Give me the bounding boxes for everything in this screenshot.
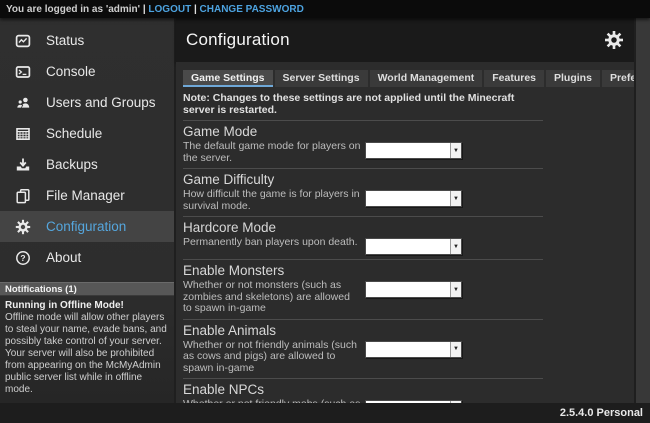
setting-description: The default game mode for players on the… [183,141,361,164]
setting-description: How difficult the game is for players in… [183,189,361,212]
select-value [366,191,450,206]
sidebar-item-label: File Manager [46,188,125,203]
tab-server-settings[interactable]: Server Settings [275,70,368,87]
select-value [366,342,450,357]
question-icon: ? [14,249,31,266]
notification-title: Running in Offline Mode! [5,300,168,312]
setting-description: Permanently ban players upon death. [183,237,361,249]
topbar: You are logged in as 'admin' | LOGOUT | … [0,0,650,18]
tab-preferences[interactable]: Preferences [602,70,634,87]
change-password-link[interactable]: CHANGE PASSWORD [200,4,304,15]
game-mode-select[interactable]: ▼ [365,142,462,159]
users-icon [14,94,31,111]
sidebar-item-label: Console [46,64,96,79]
page-header: Configuration [176,18,634,62]
notification-item: Running in Offline Mode! Offline mode wi… [0,296,174,396]
setting-title: Hardcore Mode [183,220,543,235]
sidebar-item-users-and-groups[interactable]: Users and Groups [0,87,174,118]
sidebar-item-label: Configuration [46,219,126,234]
sidebar-item-status[interactable]: Status [0,25,174,56]
tab-bar: Game Settings Server Settings World Mana… [183,70,634,87]
dropdown-arrow-icon: ▼ [450,191,461,206]
logout-link[interactable]: LOGOUT [148,4,191,15]
dropdown-arrow-icon: ▼ [450,143,461,158]
sidebar-item-label: About [46,250,81,265]
sidebar-item-label: Status [46,33,84,48]
enable-animals-select[interactable]: ▼ [365,341,462,358]
game-difficulty-select[interactable]: ▼ [365,190,462,207]
tab-world-management[interactable]: World Management [370,70,483,87]
restart-note: Note: Changes to these settings are not … [183,87,543,121]
setting-section: Enable Animals Whether or not friendly a… [183,320,543,380]
sidebar-item-configuration[interactable]: Configuration [0,211,174,242]
status-bar: 2.5.4.0 Personal [0,403,650,423]
settings-gear-icon[interactable] [604,30,624,50]
hardcore-mode-select[interactable]: ▼ [365,238,462,255]
content-right-rail [634,18,650,403]
sidebar: Status Console Users and Groups Schedule… [0,18,176,403]
console-icon [14,63,31,80]
tab-plugins[interactable]: Plugins [546,70,600,87]
gear-icon [14,218,31,235]
tab-features[interactable]: Features [484,70,544,87]
setting-title: Game Difficulty [183,172,543,187]
logged-in-text: You are logged in as 'admin' [6,4,140,15]
settings-list: Game Mode The default game mode for play… [183,121,634,403]
svg-text:?: ? [20,253,25,263]
select-value [366,143,450,158]
dropdown-arrow-icon: ▼ [450,282,461,297]
dropdown-arrow-icon: ▼ [450,342,461,357]
sidebar-item-label: Schedule [46,126,102,141]
mcmyadmin-window: You are logged in as 'admin' | LOGOUT | … [0,0,650,423]
file-manager-icon [14,187,31,204]
status-icon [14,32,31,49]
topbar-separator: | [191,4,199,15]
sidebar-item-about[interactable]: ? About [0,242,174,273]
setting-section: Enable NPCs Whether or not friendly mobs… [183,379,543,403]
version-label: 2.5.4.0 Personal [560,407,643,419]
setting-title: Enable Animals [183,323,543,338]
setting-description: Whether or not monsters (such as zombies… [183,280,361,315]
sidebar-item-file-manager[interactable]: File Manager [0,180,174,211]
sidebar-item-label: Backups [46,157,98,172]
setting-section: Hardcore Mode Permanently ban players up… [183,217,543,260]
notifications-header: Notifications (1) [0,282,174,296]
page-title: Configuration [186,30,290,50]
setting-section: Game Difficulty How difficult the game i… [183,169,543,217]
sidebar-item-backups[interactable]: Backups [0,149,174,180]
sidebar-item-console[interactable]: Console [0,56,174,87]
schedule-icon [14,125,31,142]
sidebar-nav: Status Console Users and Groups Schedule… [0,18,174,273]
sidebar-item-label: Users and Groups [46,95,156,110]
topbar-separator: | [140,4,148,15]
enable-monsters-select[interactable]: ▼ [365,281,462,298]
setting-title: Enable NPCs [183,382,543,397]
notification-text: Offline mode will allow other players to… [5,312,168,396]
sidebar-item-schedule[interactable]: Schedule [0,118,174,149]
dropdown-arrow-icon: ▼ [450,239,461,254]
setting-section: Game Mode The default game mode for play… [183,121,543,169]
setting-description: Whether or not friendly animals (such as… [183,340,361,375]
select-value [366,282,450,297]
tab-game-settings[interactable]: Game Settings [183,70,273,87]
setting-section: Enable Monsters Whether or not monsters … [183,260,543,320]
select-value [366,239,450,254]
setting-title: Game Mode [183,124,543,139]
backups-icon [14,156,31,173]
configuration-pane: Game Settings Server Settings World Mana… [176,62,634,403]
setting-title: Enable Monsters [183,263,543,278]
